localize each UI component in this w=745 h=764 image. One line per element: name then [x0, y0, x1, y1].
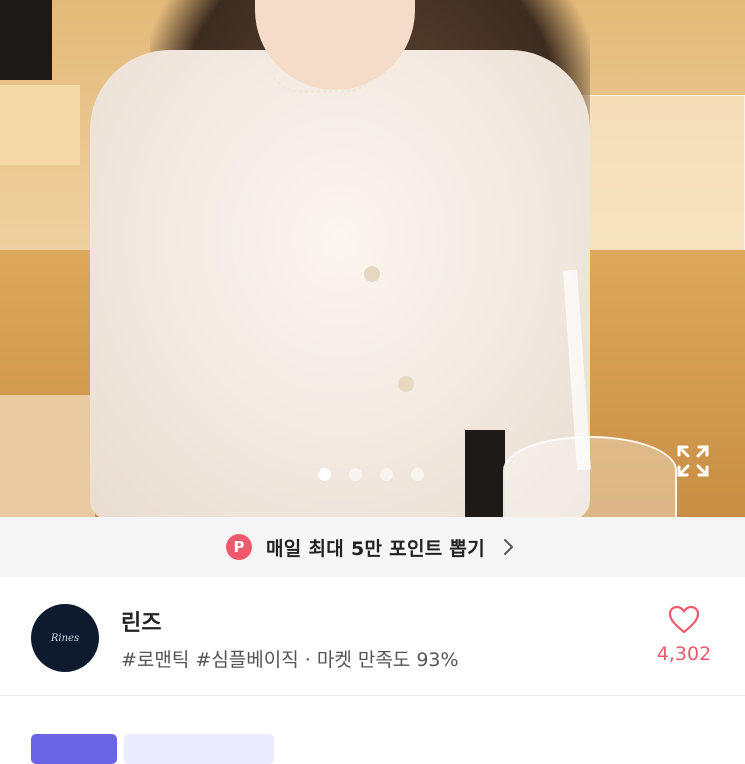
carousel-dot[interactable] [380, 468, 393, 481]
shop-info-row[interactable]: Rines 린즈 #로맨틱 #심플베이직 · 마켓 만족도 93% 4,302 [0, 577, 745, 695]
product-tag-primary [31, 734, 117, 764]
like-count: 4,302 [656, 643, 712, 665]
section-divider [0, 695, 745, 696]
shop-name[interactable]: 린즈 [121, 605, 161, 637]
jacket-button [398, 376, 414, 392]
drink-glass [503, 436, 677, 517]
carousel-dot[interactable] [411, 468, 424, 481]
heart-icon[interactable] [668, 605, 700, 635]
points-event-banner[interactable]: P 매일 최대 5만 포인트 뽑기 [0, 517, 745, 577]
carousel-indicator [318, 468, 424, 481]
background-block [0, 395, 95, 517]
banner-text: 매일 최대 5만 포인트 뽑기 [266, 537, 485, 560]
background-lamp [0, 0, 52, 80]
jacket-button [364, 266, 380, 282]
expand-icon[interactable] [676, 444, 710, 478]
background-dark-object [465, 430, 505, 517]
product-tag-secondary [124, 734, 274, 764]
shop-avatar-logo-text: Rines [50, 632, 80, 644]
pearl-necklace [268, 60, 378, 93]
shop-avatar[interactable]: Rines [31, 604, 99, 672]
chevron-right-icon [503, 539, 513, 555]
model-jacket [90, 50, 590, 517]
shop-tags: #로맨틱 #심플베이직 · 마켓 만족도 93% [121, 649, 459, 671]
points-badge-icon: P [226, 534, 252, 560]
product-image[interactable] [0, 0, 745, 517]
carousel-dot-active[interactable] [318, 468, 331, 481]
carousel-dot[interactable] [349, 468, 362, 481]
background-block [0, 85, 80, 165]
